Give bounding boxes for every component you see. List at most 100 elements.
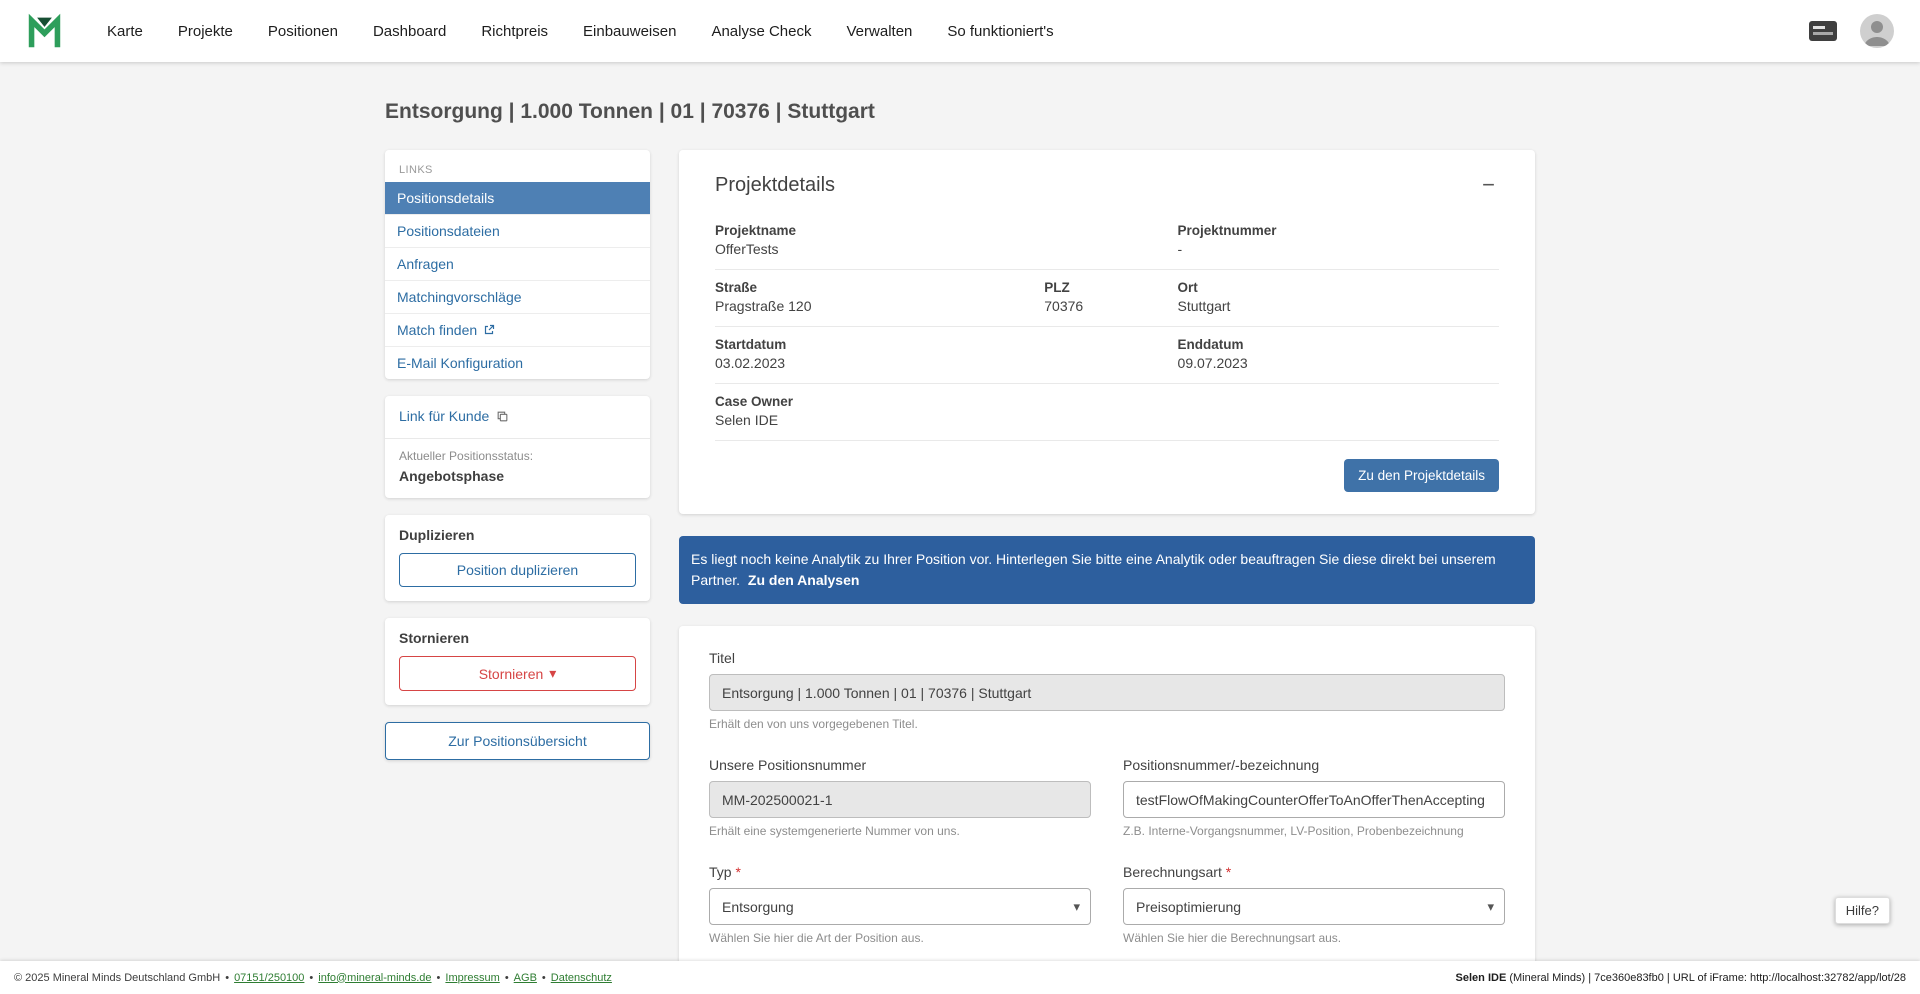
nav-item-karte[interactable]: Karte (107, 23, 143, 40)
titel-input (709, 674, 1505, 711)
table-row: Straße Pragstraße 120 PLZ 70376 Ort Stut… (715, 270, 1499, 327)
strasse-value: Pragstraße 120 (715, 298, 812, 314)
footer-phone-link[interactable]: 07151/250100 (234, 972, 304, 984)
plz-value: 70376 (1044, 298, 1084, 314)
cancel-button-label: Stornieren (478, 665, 544, 682)
titel-helper: Erhält den von uns vorgegebenen Titel. (709, 717, 918, 731)
sidebar-item-positionsdateien[interactable]: Positionsdateien (385, 214, 650, 247)
typ-group: Typ * Entsorgung ▾ Wählen Sie hier die A… (709, 864, 1091, 945)
enddatum-value: 09.07.2023 (1177, 355, 1248, 371)
cancel-position-button[interactable]: Stornieren ▾ (399, 656, 636, 691)
table-row: Startdatum 03.02.2023 Enddatum 09.07.202… (715, 327, 1499, 384)
page-title: Entsorgung | 1.000 Tonnen | 01 | 70376 |… (385, 100, 875, 123)
footer-separator: • (225, 971, 230, 984)
main-nav: Karte Projekte Positionen Dashboard Rich… (107, 23, 1054, 40)
duplicate-header: Duplizieren (399, 527, 475, 543)
chevron-down-icon: ▾ (549, 665, 557, 681)
sidebar-item-positionsdetails[interactable]: Positionsdetails (385, 182, 650, 214)
external-link-icon (483, 324, 495, 336)
footer-separator: • (504, 971, 509, 984)
header-actions (1808, 14, 1894, 48)
sidebar-item-matchingvorschlaege[interactable]: Matchingvorschläge (385, 280, 650, 313)
sidebar-item-label: Match finden (397, 322, 478, 338)
footer-separator: • (541, 971, 546, 984)
berechnungsart-helper: Wählen Sie hier die Berechnungsart aus. (1123, 931, 1342, 945)
table-row: Projektname OfferTests Projektnummer - (715, 213, 1499, 270)
berechnungsart-select[interactable]: Preisoptimierung ▾ (1123, 888, 1505, 925)
card-icon[interactable] (1808, 20, 1838, 42)
mineral-minds-logo-icon (26, 13, 63, 50)
footer-email-link[interactable]: info@mineral-minds.de (318, 972, 431, 984)
nav-item-einbauweisen[interactable]: Einbauweisen (583, 23, 676, 40)
enddatum-label: Enddatum (1177, 337, 1244, 352)
nav-item-verwalten[interactable]: Verwalten (847, 23, 913, 40)
project-details-title: Projektdetails (715, 174, 836, 196)
footer-agb-link[interactable]: AGB (514, 972, 537, 984)
nav-item-positionen[interactable]: Positionen (268, 23, 338, 40)
banner-analyses-link[interactable]: Zu den Analysen (748, 572, 860, 588)
ort-label: Ort (1177, 280, 1198, 295)
copy-icon (496, 410, 509, 423)
sidebar: LINKS Positionsdetails Positionsdateien … (385, 150, 650, 760)
titel-label: Titel (709, 650, 735, 666)
plz-label: PLZ (1044, 280, 1070, 295)
case-owner-label: Case Owner (715, 394, 794, 409)
nav-item-so-funktionierts[interactable]: So funktioniert's (947, 23, 1053, 40)
typ-select[interactable]: Entsorgung ▾ (709, 888, 1091, 925)
berechnungsart-label: Berechnungsart * (1123, 864, 1232, 880)
positionsnummer-group: Unsere Positionsnummer Erhält eine syste… (709, 757, 1091, 838)
footer-separator: • (436, 971, 441, 984)
sidebar-item-email-konfiguration[interactable]: E-Mail Konfiguration (385, 346, 650, 379)
bezeichnung-label: Positionsnummer/-bezeichnung (1123, 757, 1320, 773)
collapse-icon[interactable]: − (1478, 174, 1499, 196)
ort-value: Stuttgart (1177, 298, 1231, 314)
nav-item-dashboard[interactable]: Dashboard (373, 23, 446, 40)
page-container: Entsorgung | 1.000 Tonnen | 01 | 70376 |… (385, 62, 1535, 994)
strasse-label: Straße (715, 280, 758, 295)
nav-item-projekte[interactable]: Projekte (178, 23, 233, 40)
status-card: Link für Kunde Aktueller Positionsstatus… (385, 396, 650, 498)
bezeichnung-group: Positionsnummer/-bezeichnung Z.B. Intern… (1123, 757, 1505, 838)
chevron-down-icon: ▾ (1487, 898, 1494, 914)
footer-user-name: Selen IDE (1455, 971, 1507, 984)
project-details-card: Projektdetails − Projektname OfferTests … (679, 150, 1535, 514)
nav-item-richtpreis[interactable]: Richtpreis (481, 23, 548, 40)
logo[interactable] (26, 13, 63, 50)
typ-label: Typ * (709, 864, 741, 880)
avatar[interactable] (1860, 14, 1894, 48)
footer-user-rest: (Mineral Minds) | 7ce360e83fb0 | URL of … (1509, 971, 1906, 984)
footer-impressum-link[interactable]: Impressum (445, 972, 499, 984)
project-details-button[interactable]: Zu den Projektdetails (1344, 459, 1499, 492)
bezeichnung-input[interactable] (1123, 781, 1505, 818)
required-asterisk: * (735, 864, 741, 880)
main-content: Projektdetails − Projektname OfferTests … (679, 150, 1535, 994)
chevron-down-icon: ▾ (1073, 898, 1080, 914)
help-button[interactable]: Hilfe? (1834, 897, 1890, 924)
footer-session-info: Selen IDE (Mineral Minds) | 7ce360e83fb0… (1456, 972, 1906, 984)
status-badge: Angebotsphase (399, 468, 505, 484)
positionsnummer-input (709, 781, 1091, 818)
berechnungsart-select-value: Preisoptimierung (1136, 898, 1242, 915)
sidebar-links-card: LINKS Positionsdetails Positionsdateien … (385, 150, 650, 379)
divider (385, 438, 650, 439)
project-details-table: Projektname OfferTests Projektnummer - S… (715, 213, 1499, 441)
startdatum-label: Startdatum (715, 337, 787, 352)
position-form-card: Titel Erhält den von uns vorgegebenen Ti… (679, 626, 1535, 994)
projektnummer-label: Projektnummer (1177, 223, 1277, 238)
sidebar-item-match-finden[interactable]: Match finden (385, 313, 650, 346)
position-overview-button[interactable]: Zur Positionsübersicht (385, 722, 650, 760)
projektname-label: Projektname (715, 223, 797, 238)
customer-link[interactable]: Link für Kunde (399, 408, 509, 424)
sidebar-item-anfragen[interactable]: Anfragen (385, 247, 650, 280)
nav-item-analyse-check[interactable]: Analyse Check (711, 23, 811, 40)
footer-copyright: © 2025 Mineral Minds Deutschland GmbH (14, 971, 221, 984)
cancel-header: Stornieren (399, 630, 470, 646)
typ-select-value: Entsorgung (722, 898, 794, 915)
customer-link-label: Link für Kunde (399, 408, 490, 424)
case-owner-value: Selen IDE (715, 412, 779, 428)
top-nav: Karte Projekte Positionen Dashboard Rich… (0, 0, 1920, 62)
duplicate-position-button[interactable]: Position duplizieren (399, 553, 636, 587)
analytics-banner: Es liegt noch keine Analytik zu Ihrer Po… (679, 536, 1535, 604)
footer-datenschutz-link[interactable]: Datenschutz (551, 972, 612, 984)
footer-separator: • (309, 971, 314, 984)
